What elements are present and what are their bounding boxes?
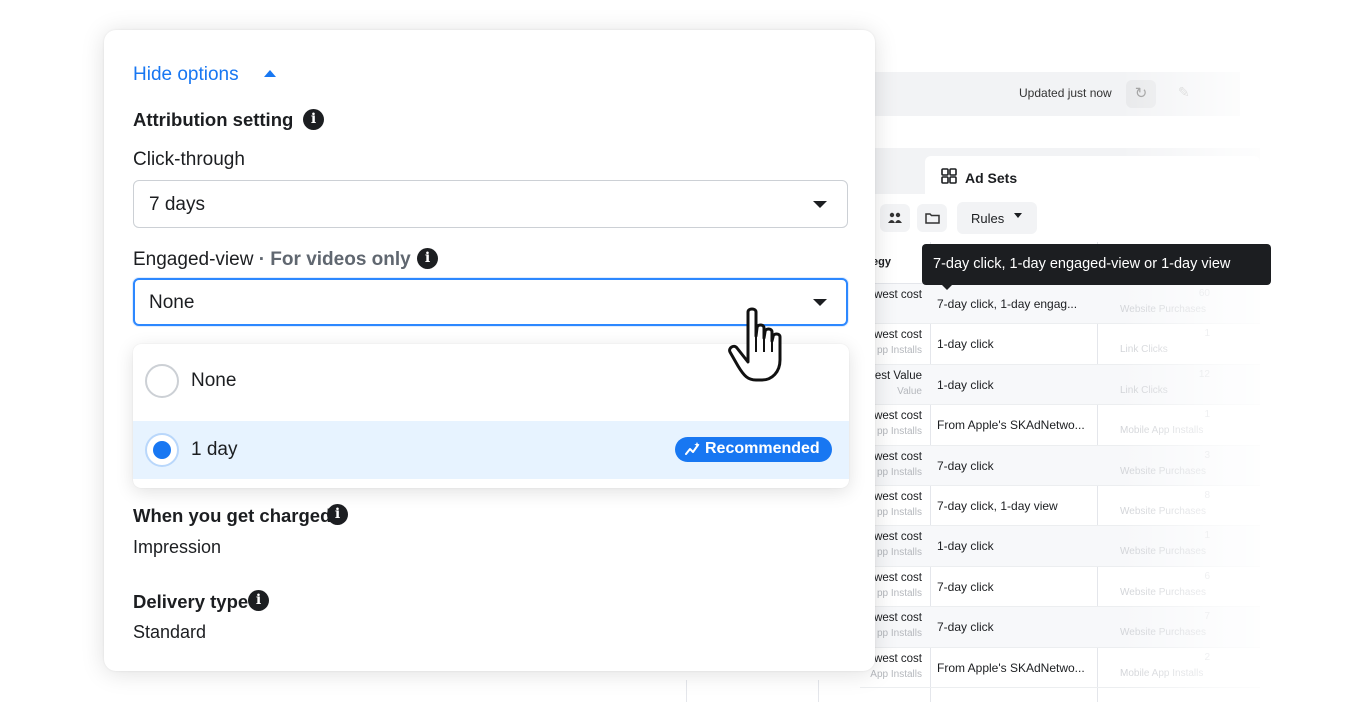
radio-none[interactable]: [145, 364, 179, 398]
table-row[interactable]: west cost pp Installs 7-day click Website P…: [860, 607, 1260, 648]
tooltip-arrow: [941, 284, 953, 290]
result-number-cell: 60: [1198, 288, 1210, 299]
info-icon[interactable]: i: [327, 504, 348, 525]
result-number-cell: 2: [1204, 651, 1210, 663]
table-row[interactable]: west cost pp Installs 7-day click, 1-day v…: [860, 486, 1260, 527]
chevron-down-icon: [1014, 213, 1022, 218]
caret-up-icon[interactable]: [264, 70, 276, 77]
result-type-cell: Website Purchases: [1120, 465, 1206, 477]
attribution-tooltip: 7-day click, 1-day engaged-view or 1-day…: [922, 244, 1271, 285]
audience-icon[interactable]: [880, 204, 910, 232]
caret-down-icon: [813, 201, 827, 208]
result-number-cell: 3: [1204, 449, 1210, 461]
table-row[interactable]: west cost pp Installs 7-day click Website P…: [860, 445, 1260, 486]
radio-selected-dot: [153, 441, 171, 459]
result-type-cell: Link Clicks: [1120, 384, 1168, 396]
result-type-cell: Mobile App Installs: [1120, 667, 1204, 679]
click-through-select[interactable]: 7 days: [133, 180, 848, 228]
attribution-cell[interactable]: 1-day click: [937, 378, 1092, 392]
result-number-cell: 6: [1204, 570, 1210, 582]
info-icon[interactable]: i: [417, 248, 438, 269]
table-row[interactable]: west cost pp Installs From Apple's SKAdNet…: [860, 405, 1260, 446]
updated-status: Updated just now: [1019, 86, 1112, 100]
result-number-cell: 1: [1204, 328, 1210, 340]
table-row[interactable]: west cost pp Installs 1-day click Website P…: [860, 526, 1260, 567]
result-type-cell: Website Purchases: [1120, 506, 1206, 517]
engaged-view-label-text: Engaged-view: [133, 249, 254, 270]
column-divider: [686, 680, 687, 702]
attribution-cell[interactable]: 7-day click: [937, 620, 1092, 634]
click-through-value: 7 days: [149, 194, 205, 215]
attribution-cell[interactable]: 7-day click, 1-day view: [937, 499, 1092, 513]
result-number-cell: 12: [1198, 368, 1210, 380]
result-number-cell: 1: [1204, 530, 1210, 542]
strategy-sub-cell: App Installs: [870, 668, 922, 680]
attribution-setting-title: Attribution setting: [133, 109, 294, 130]
rules-button[interactable]: Rules: [957, 202, 1037, 234]
column-divider: [818, 680, 819, 702]
attribution-cell[interactable]: 7-day click, 1-day engag...: [937, 297, 1092, 311]
engaged-view-label: Engaged-view · For videos only: [133, 249, 411, 271]
result-number-cell: 8: [1204, 490, 1210, 501]
attribution-cell[interactable]: 1-day click: [937, 337, 1092, 351]
attribution-cell[interactable]: From Apple's SKAdNetwo...: [937, 661, 1092, 675]
pencil-icon[interactable]: ✎: [1178, 84, 1190, 101]
rules-button-label: Rules: [971, 211, 1005, 226]
hand-pointer-icon: [728, 307, 782, 382]
grid-icon: [941, 168, 957, 184]
click-through-label: Click-through: [133, 149, 245, 170]
info-icon[interactable]: i: [248, 590, 269, 611]
table-row[interactable]: west cost pp Installs 1-day click Link Clic…: [860, 324, 1260, 365]
hide-options-link[interactable]: Hide options: [133, 64, 239, 86]
result-number-cell: 1: [1204, 409, 1210, 421]
result-type-cell: Website Purchases: [1120, 586, 1206, 598]
result-type-cell: Website Purchases: [1120, 304, 1206, 315]
refresh-icon[interactable]: ↻: [1126, 80, 1156, 108]
engaged-view-sublabel: · For videos only: [258, 249, 411, 270]
table-row[interactable]: west cost pp Installs 7-day click Website P…: [860, 567, 1260, 608]
result-type-cell: Website Purchases: [1120, 627, 1206, 639]
result-type-cell: Link Clicks: [1120, 344, 1168, 356]
result-type-cell: Website Purchases: [1120, 546, 1206, 558]
tab-ad-sets-label: Ad Sets: [965, 170, 1018, 186]
caret-down-icon: [813, 299, 827, 306]
table-row[interactable]: west cost App Installs From Apple's SKAdNe…: [860, 648, 1260, 688]
engaged-view-value: None: [149, 292, 195, 313]
table-row[interactable]: west cost 7-day click, 1-day engag... Webs…: [860, 284, 1260, 325]
when-charged-value: Impression: [133, 537, 222, 557]
delivery-type-title: Delivery type: [133, 591, 249, 612]
attribution-cell[interactable]: 7-day click: [937, 459, 1092, 473]
option-label: None: [191, 370, 237, 391]
attribution-cell[interactable]: 7-day click: [937, 580, 1092, 594]
recommended-badge-label: Recommended: [705, 440, 820, 457]
attribution-cell[interactable]: From Apple's SKAdNetwo...: [937, 418, 1092, 432]
option-1-day[interactable]: 1 day Recommended: [133, 421, 849, 479]
option-label: 1 day: [191, 439, 238, 460]
result-type-cell: Mobile App Installs: [1120, 425, 1204, 437]
info-icon[interactable]: i: [303, 109, 324, 130]
table-row[interactable]: est Value Value 1-day click Link Clicks 12: [860, 364, 1260, 406]
when-charged-title: When you get charged: [133, 505, 332, 526]
radio-1-day[interactable]: [145, 433, 179, 467]
attribution-cell[interactable]: 1-day click: [937, 539, 1092, 553]
sparkle-chart-icon: [685, 442, 700, 455]
result-number-cell: 7: [1204, 611, 1210, 623]
delivery-type-value: Standard: [133, 622, 207, 642]
folder-icon[interactable]: [917, 204, 947, 232]
recommended-badge: Recommended: [675, 437, 832, 462]
ad-sets-table: egy west cost 7-day click, 1-day engag...…: [860, 242, 1260, 702]
